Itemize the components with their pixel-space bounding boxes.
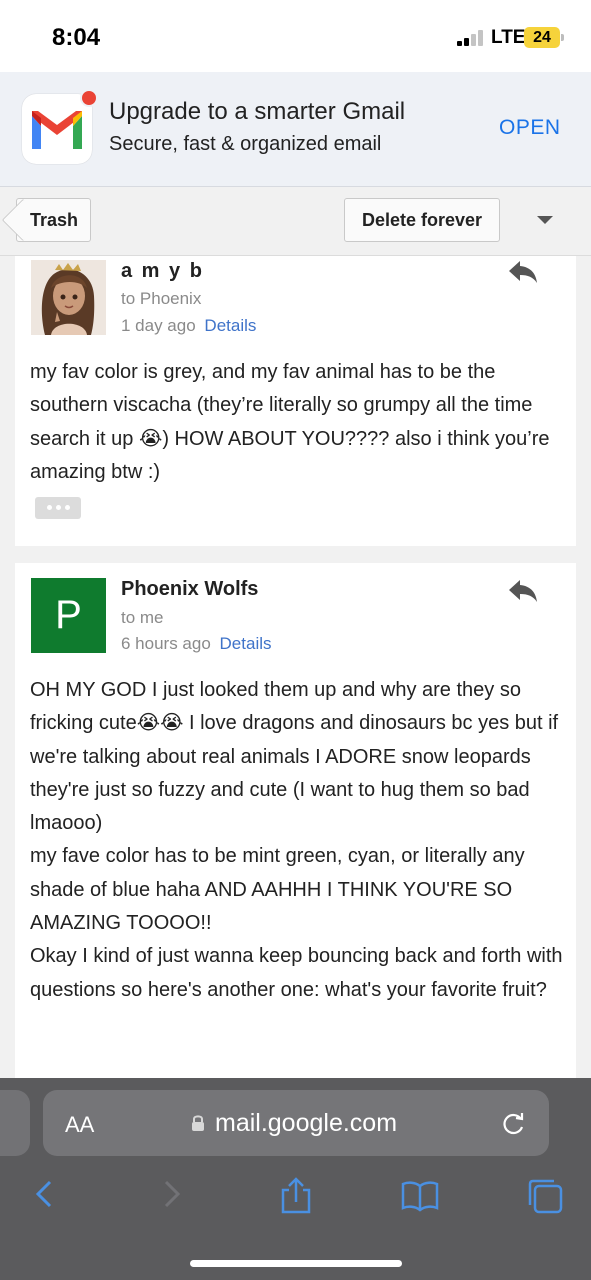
mail-toolbar: Trash Delete forever [0,188,591,256]
message-card: a m y b to Phoenix 1 day ago Details my … [15,256,576,546]
sender-name: Phoenix Wolfs [121,578,259,600]
text-size-button[interactable]: AA [65,1112,94,1138]
message-paragraph: my fave color has to be mint green, cyan… [30,845,525,935]
caret-down-icon[interactable] [537,216,553,224]
details-link[interactable]: Details [204,316,256,335]
notification-dot [80,89,98,107]
address-bar[interactable]: AA mail.google.com [43,1090,549,1156]
time-label: 1 day ago [121,316,196,335]
avatar [31,260,106,335]
share-icon[interactable] [276,1176,316,1216]
tabs-icon[interactable] [525,1176,565,1216]
avatar: P [31,578,106,653]
message-time: 6 hours ago Details [121,634,272,654]
recipient: to Phoenix [121,289,202,308]
home-indicator[interactable] [190,1260,402,1267]
message-time: 1 day ago Details [121,316,256,336]
browser-toolbar: AA mail.google.com [0,1078,591,1280]
network-type: LTE [491,27,526,48]
previous-tab-peek[interactable] [0,1090,30,1156]
back-button-label: Trash [30,210,79,230]
message-card: P Phoenix Wolfs to me 6 hours ago Detail… [15,563,576,1083]
battery-tip [561,34,564,41]
details-link[interactable]: Details [220,634,272,653]
time-label: 6 hours ago [121,634,211,653]
delete-forever-button[interactable]: Delete forever [344,198,500,242]
message-body: my fav color is grey, and my fav animal … [30,356,570,489]
gmail-logo-icon [22,89,98,164]
recipient: to me [121,608,164,627]
open-app-button[interactable]: OPEN [499,116,561,140]
lock-icon [191,1114,205,1132]
bookmarks-icon[interactable] [400,1176,440,1216]
promo-subtitle: Secure, fast & organized email [109,133,382,155]
back-arrow-icon[interactable] [26,1176,66,1216]
show-trimmed-content-button[interactable] [35,497,81,519]
url-text: mail.google.com [215,1109,398,1137]
status-bar: 8:04 LTE 24 [0,0,591,72]
promo-title: Upgrade to a smarter Gmail [109,98,406,125]
message-body: OH MY GOD I just looked them up and why … [30,674,570,1007]
status-time: 8:04 [52,24,101,51]
cellular-signal-icon [457,30,485,46]
sender-name: a m y b [121,260,204,282]
reload-icon[interactable] [501,1110,527,1136]
message-paragraph: my fav color is grey, and my fav animal … [30,361,550,483]
message-paragraph: Okay I kind of just wanna keep bouncing … [30,945,563,1001]
reply-icon[interactable] [507,578,539,604]
back-to-trash-button[interactable]: Trash [16,198,91,242]
message-paragraph: OH MY GOD I just looked them up and why … [30,679,559,835]
forward-arrow-icon[interactable] [152,1176,192,1216]
gmail-upgrade-banner[interactable]: Upgrade to a smarter Gmail Secure, fast … [0,72,591,187]
battery-icon: 24 [524,27,560,48]
reply-icon[interactable] [507,259,539,285]
